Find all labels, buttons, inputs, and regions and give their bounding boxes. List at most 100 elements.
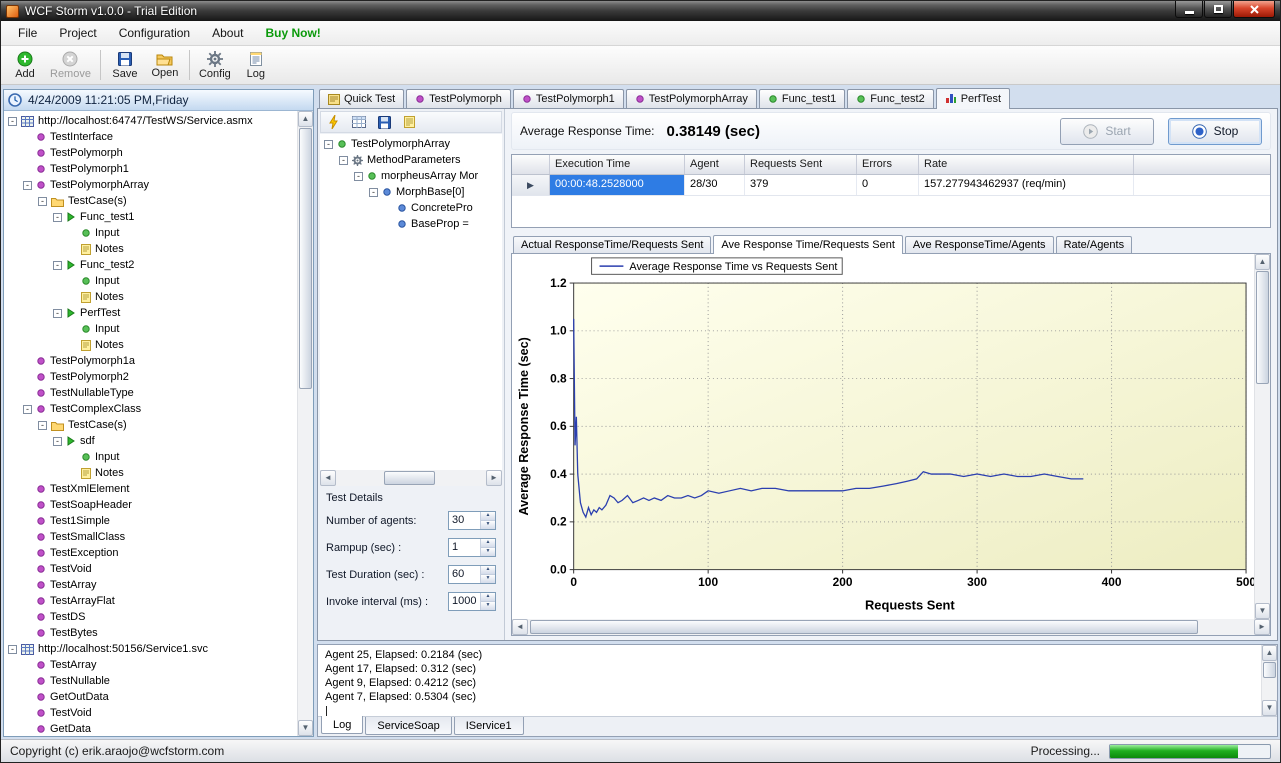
tree-item-testds[interactable]: TestDS (4, 609, 297, 625)
col-header-rate[interactable]: Rate (919, 155, 1134, 174)
collapse-toggle-icon[interactable]: - (53, 261, 62, 270)
tree-item-testsoapheader[interactable]: TestSoapHeader (4, 497, 297, 513)
tree-item-concretepro[interactable]: ConcretePro (320, 200, 502, 216)
scroll-down-icon[interactable]: ▼ (1262, 700, 1277, 716)
menu-buy-now[interactable]: Buy Now! (254, 22, 331, 44)
collapse-toggle-icon[interactable]: - (23, 405, 32, 414)
scroll-thumb[interactable] (530, 620, 1198, 634)
tree-item-testpolymorpharray[interactable]: -TestPolymorphArray (320, 136, 502, 152)
chart-tab-actual-responsetime-requests-sent[interactable]: Actual ResponseTime/Requests Sent (513, 236, 711, 253)
row-selector-icon[interactable]: ▶ (512, 175, 550, 195)
collapse-toggle-icon[interactable]: - (38, 197, 47, 206)
spin-down-icon[interactable]: ▼ (481, 521, 495, 529)
tree-item-testexception[interactable]: TestException (4, 545, 297, 561)
spin-down-icon[interactable]: ▼ (481, 575, 495, 583)
tree-item-testcase-s[interactable]: -TestCase(s) (4, 193, 297, 209)
stop-button[interactable]: Stop (1168, 118, 1262, 145)
tree-item-http-localhost-50156-service1-svc[interactable]: -http://localhost:50156/Service1.svc (4, 641, 297, 657)
tree-item-input[interactable]: Input (4, 321, 297, 337)
menu-about[interactable]: About (201, 22, 254, 44)
tree-item-morphbase-0[interactable]: -MorphBase[0] (320, 184, 502, 200)
scroll-up-icon[interactable]: ▲ (1262, 645, 1277, 661)
scroll-thumb[interactable] (1263, 662, 1276, 678)
collapse-toggle-icon[interactable]: - (53, 213, 62, 222)
tree-item-notes[interactable]: Notes (4, 289, 297, 305)
cell-agent[interactable]: 28/30 (685, 175, 745, 195)
rampup-spinner[interactable]: 1 ▲▼ (448, 538, 496, 557)
tree-item-testinterface[interactable]: TestInterface (4, 129, 297, 145)
spin-down-icon[interactable]: ▼ (481, 602, 495, 610)
close-button[interactable] (1233, 1, 1275, 18)
spin-down-icon[interactable]: ▼ (481, 548, 495, 556)
remove-button[interactable]: Remove (45, 47, 96, 83)
spin-up-icon[interactable]: ▲ (481, 593, 495, 602)
tab-testpolymorph1[interactable]: TestPolymorph1 (513, 89, 624, 108)
add-button[interactable]: Add (5, 47, 45, 83)
chart-tab-ave-response-time-requests-sent[interactable]: Ave Response Time/Requests Sent (713, 235, 902, 254)
tree-item-func-test1[interactable]: -Func_test1 (4, 209, 297, 225)
tree-item-testcomplexclass[interactable]: -TestComplexClass (4, 401, 297, 417)
tree-item-testnullable[interactable]: TestNullable (4, 673, 297, 689)
tree-item-testxmlelement[interactable]: TestXmlElement (4, 481, 297, 497)
tab-testpolymorph[interactable]: TestPolymorph (406, 89, 511, 108)
spin-up-icon[interactable]: ▲ (481, 539, 495, 548)
tree-item-getoutdata[interactable]: GetOutData (4, 689, 297, 705)
chart-tab-rate-agents[interactable]: Rate/Agents (1056, 236, 1133, 253)
menu-file[interactable]: File (7, 22, 48, 44)
tree-item-testsmallclass[interactable]: TestSmallClass (4, 529, 297, 545)
collapse-toggle-icon[interactable]: - (369, 188, 378, 197)
col-header-requests-sent[interactable]: Requests Sent (745, 155, 857, 174)
start-button[interactable]: Start (1060, 118, 1154, 145)
disk-button[interactable] (374, 113, 394, 131)
log-vscrollbar[interactable]: ▲ ▼ (1261, 645, 1277, 716)
tree-item-testarrayflat[interactable]: TestArrayFlat (4, 593, 297, 609)
collapse-toggle-icon[interactable]: - (8, 645, 17, 654)
tree-item-testarray[interactable]: TestArray (4, 577, 297, 593)
spin-up-icon[interactable]: ▲ (481, 512, 495, 521)
grid-row[interactable]: ▶ 00:00:48.2528000 28/30 379 0 157.27794… (512, 175, 1270, 196)
collapse-toggle-icon[interactable]: - (324, 140, 333, 149)
tree-item-testpolymorph1[interactable]: TestPolymorph1 (4, 161, 297, 177)
tree-item-input[interactable]: Input (4, 449, 297, 465)
open-button[interactable]: Open (145, 47, 185, 83)
params-hscrollbar[interactable]: ◄ ► (320, 470, 502, 486)
log-tab-servicesoap[interactable]: ServiceSoap (365, 717, 451, 735)
collapse-toggle-icon[interactable]: - (23, 181, 32, 190)
scroll-thumb[interactable] (1256, 271, 1269, 384)
minimize-button[interactable] (1175, 1, 1203, 18)
collapse-toggle-icon[interactable]: - (339, 156, 348, 165)
log-tab-iservice1[interactable]: IService1 (454, 717, 524, 735)
flash-button[interactable] (324, 113, 344, 131)
config-button[interactable]: Config (194, 47, 236, 83)
tab-func-test1[interactable]: Func_test1 (759, 89, 845, 108)
chart-hscrollbar[interactable]: ◄ ► (512, 619, 1270, 635)
tree-item-http-localhost-64747-testws-service-asmx[interactable]: -http://localhost:64747/TestWS/Service.a… (4, 113, 297, 129)
tree-item-func-test2[interactable]: -Func_test2 (4, 257, 297, 273)
collapse-toggle-icon[interactable]: - (38, 421, 47, 430)
scroll-left-icon[interactable]: ◄ (512, 619, 528, 635)
save-button[interactable]: Save (105, 47, 145, 83)
tree-item-testcase-s[interactable]: -TestCase(s) (4, 417, 297, 433)
tree-item-notes[interactable]: Notes (4, 337, 297, 353)
notepad-button[interactable] (399, 113, 419, 131)
tree-item-baseprop[interactable]: BaseProp = (320, 216, 502, 232)
tree-item-perftest[interactable]: -PerfTest (4, 305, 297, 321)
tree-item-morpheusarray-mor[interactable]: -morpheusArray Mor (320, 168, 502, 184)
cell-execution-time[interactable]: 00:00:48.2528000 (550, 175, 685, 195)
scroll-right-icon[interactable]: ► (1254, 619, 1270, 635)
chart-vscrollbar[interactable]: ▲ ▼ (1254, 254, 1270, 619)
grid-button[interactable] (349, 113, 369, 131)
tree-item-test1simple[interactable]: Test1Simple (4, 513, 297, 529)
spin-up-icon[interactable]: ▲ (481, 566, 495, 575)
log-tab-log[interactable]: Log (321, 716, 363, 734)
col-header-agent[interactable]: Agent (685, 155, 745, 174)
tree-item-testpolymorph2[interactable]: TestPolymorph2 (4, 369, 297, 385)
tree-item-notes[interactable]: Notes (4, 465, 297, 481)
tree-item-testpolymorpharray[interactable]: -TestPolymorphArray (4, 177, 297, 193)
tab-perftest[interactable]: PerfTest (936, 88, 1010, 109)
col-header-errors[interactable]: Errors (857, 155, 919, 174)
tree-item-testpolymorph1a[interactable]: TestPolymorph1a (4, 353, 297, 369)
tree-item-getdata[interactable]: GetData (4, 721, 297, 736)
collapse-toggle-icon[interactable]: - (53, 437, 62, 446)
collapse-toggle-icon[interactable]: - (354, 172, 363, 181)
